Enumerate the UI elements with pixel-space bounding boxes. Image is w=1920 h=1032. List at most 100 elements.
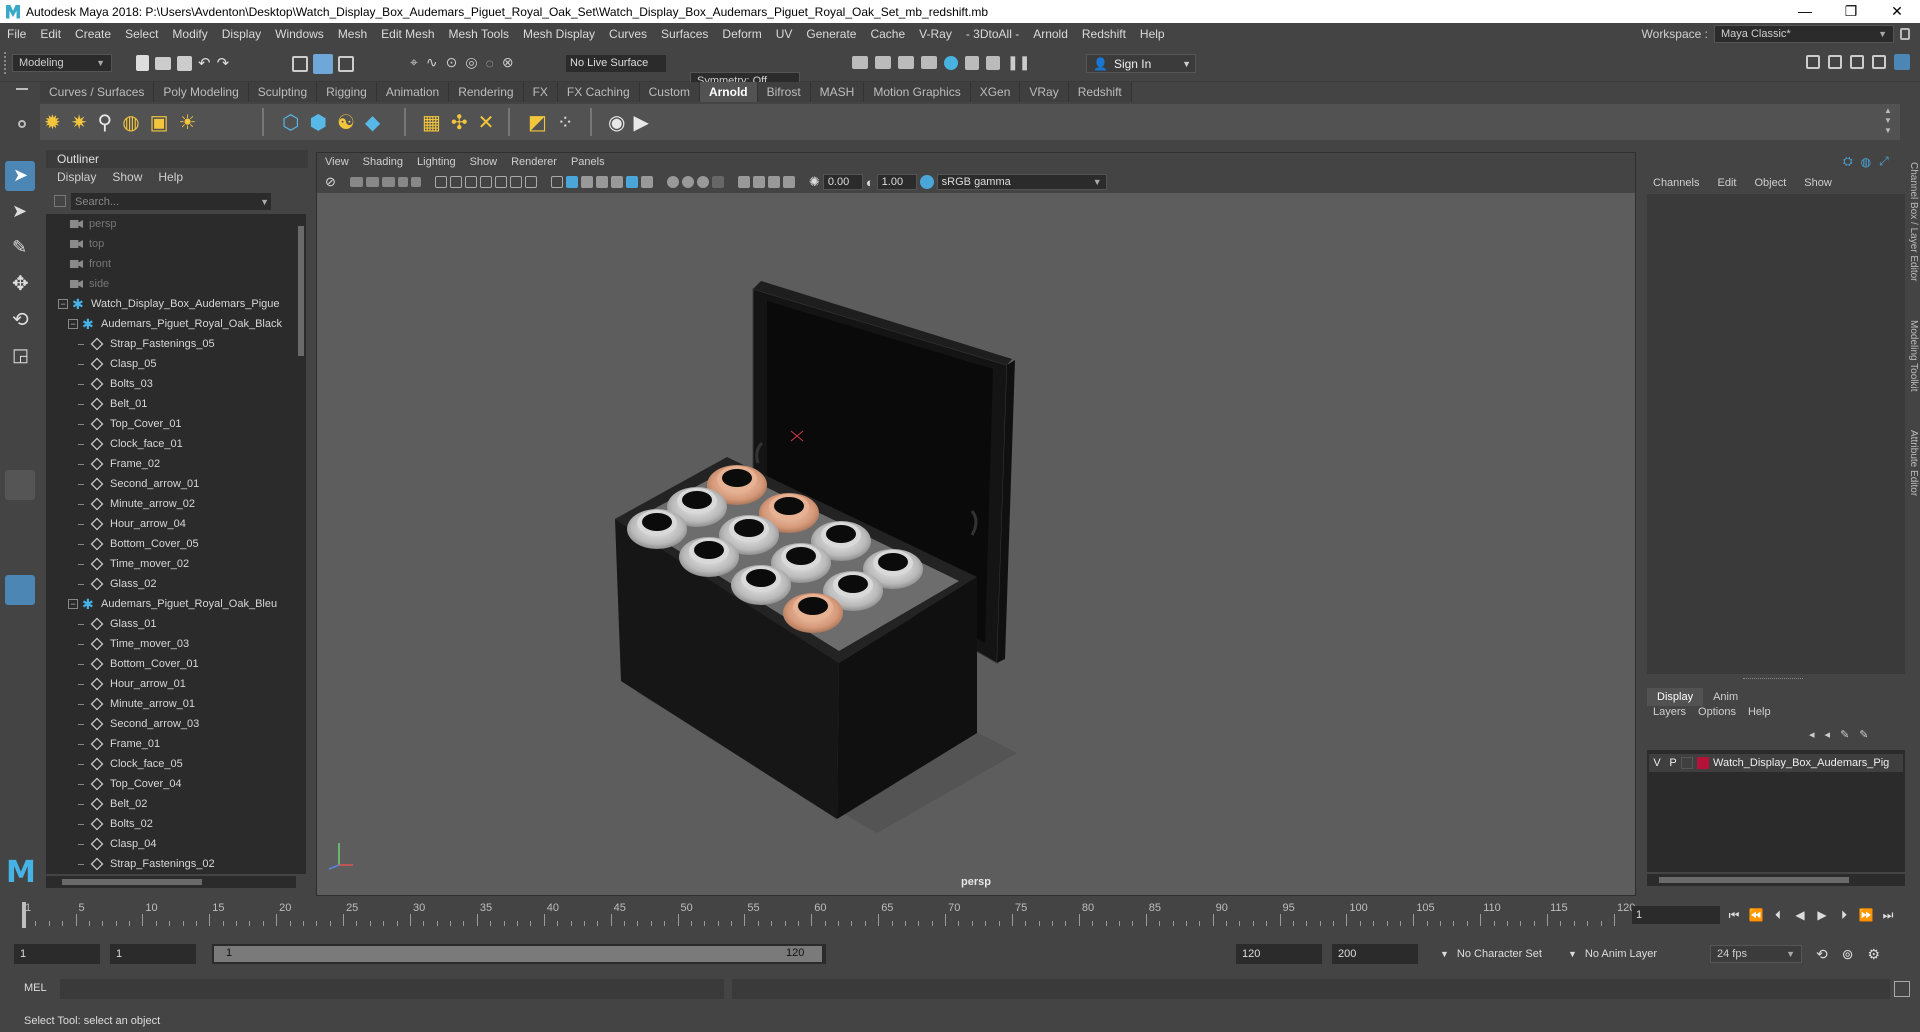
outliner-item[interactable]: Bolts_03: [46, 374, 296, 394]
smooth-shade-icon[interactable]: [565, 176, 578, 188]
new-layer-selected-icon[interactable]: ✎: [1859, 728, 1868, 741]
range-bar[interactable]: 1 120: [212, 944, 826, 964]
redshift-icon[interactable]: [986, 55, 1000, 70]
animation-start-field[interactable]: 1: [14, 944, 100, 964]
grid-icon[interactable]: [434, 176, 447, 188]
tx-manager-icon[interactable]: ▦: [422, 110, 441, 135]
loop-icon[interactable]: ⟲: [1816, 946, 1828, 963]
animation-end-field[interactable]: 200: [1332, 944, 1418, 964]
export-standin-icon[interactable]: ⬢: [309, 110, 326, 135]
scrollbar-thumb[interactable]: [62, 879, 202, 885]
bookmark-icon[interactable]: [365, 177, 379, 187]
menu-help[interactable]: Help: [1133, 27, 1172, 41]
camera-select-icon[interactable]: ⊘: [325, 174, 336, 190]
shelf-tab-curves-surfaces[interactable]: Curves / Surfaces: [40, 82, 155, 102]
viewport-menu-panels[interactable]: Panels: [571, 156, 605, 168]
viewport-menu-lighting[interactable]: Lighting: [417, 156, 456, 168]
outliner-item[interactable]: Belt_02: [46, 794, 296, 814]
save-scene-icon[interactable]: [177, 55, 192, 71]
outliner-item[interactable]: Hour_arrow_01: [46, 674, 296, 694]
side-tab-attribute-editor[interactable]: Attribute Editor: [1908, 430, 1919, 496]
channel-box-menu-edit[interactable]: Edit: [1717, 177, 1736, 189]
outliner-item[interactable]: front: [46, 254, 296, 274]
attribute-editor-toggle-icon[interactable]: [1828, 55, 1842, 69]
outliner-item[interactable]: side: [46, 274, 296, 294]
use-all-lights-icon[interactable]: [625, 176, 638, 188]
depth-of-field-icon[interactable]: [711, 176, 724, 188]
outliner-item[interactable]: Minute_arrow_02: [46, 494, 296, 514]
two-d-pan-icon[interactable]: [397, 177, 408, 187]
light-portal-icon[interactable]: ▣: [150, 110, 169, 135]
menu-mesh-display[interactable]: Mesh Display: [516, 27, 602, 41]
area-light-icon[interactable]: ✹: [44, 110, 61, 135]
channel-box-menu-object[interactable]: Object: [1754, 177, 1786, 189]
shelf-tab-xgen[interactable]: XGen: [970, 82, 1021, 102]
safe-title-icon[interactable]: [524, 176, 537, 188]
move-tool-icon[interactable]: ✥: [5, 269, 35, 299]
rotate-tool-icon[interactable]: ⟲: [5, 305, 35, 335]
camera-attributes-icon[interactable]: [349, 177, 363, 187]
scrollbar-thumb[interactable]: [298, 226, 304, 356]
channel-box-menu-show[interactable]: Show: [1804, 177, 1832, 189]
menu-modify[interactable]: Modify: [165, 27, 214, 41]
menu-select[interactable]: Select: [118, 27, 165, 41]
outliner-item[interactable]: Hour_arrow_04: [46, 514, 296, 534]
layer-menu-options[interactable]: Options: [1698, 706, 1736, 718]
viewport-menu-show[interactable]: Show: [470, 156, 498, 168]
move-layer-down-icon[interactable]: ◂: [1825, 728, 1831, 741]
redo-icon[interactable]: ↷: [217, 54, 230, 72]
single-perspective-layout-icon[interactable]: [5, 470, 35, 500]
snap-view-icon[interactable]: ◎: [465, 54, 477, 71]
light-manager-icon[interactable]: ⁘: [557, 110, 574, 135]
viewport-menu-renderer[interactable]: Renderer: [511, 156, 557, 168]
outliner-horizontal-scrollbar[interactable]: [46, 876, 296, 888]
side-tab-modeling-toolkit[interactable]: Modeling Toolkit: [1908, 320, 1919, 392]
color-management-icon[interactable]: [919, 175, 934, 189]
outliner-item[interactable]: Clock_face_01: [46, 434, 296, 454]
film-gate-icon[interactable]: [449, 176, 462, 188]
tool-settings-icon[interactable]: ⤢: [1879, 154, 1889, 169]
script-editor-icon[interactable]: [1894, 981, 1910, 997]
snap-edge-icon[interactable]: ⊗: [502, 54, 514, 71]
go-to-start-icon[interactable]: ⏮: [1726, 908, 1742, 922]
viewport-menu-shading[interactable]: Shading: [363, 156, 403, 168]
minimize-button[interactable]: —: [1782, 3, 1828, 20]
outliner-item[interactable]: Bolts_02: [46, 814, 296, 834]
material-assign-icon[interactable]: ◩: [528, 110, 547, 135]
grease-pencil-icon[interactable]: [410, 177, 421, 187]
workspace-dropdown[interactable]: Maya Classic* ▼: [1714, 24, 1894, 43]
play-forward-icon[interactable]: ▶: [1814, 908, 1830, 922]
layer-playback-toggle[interactable]: P: [1665, 757, 1681, 769]
outliner-item[interactable]: Top_Cover_04: [46, 774, 296, 794]
outliner-item[interactable]: Clasp_04: [46, 834, 296, 854]
outliner-item[interactable]: Time_mover_03: [46, 634, 296, 654]
go-to-end-icon[interactable]: ⏭: [1880, 908, 1896, 922]
layer-tab-display[interactable]: Display: [1647, 688, 1704, 706]
arnold-render-icon[interactable]: [965, 55, 979, 70]
gate-mask-icon[interactable]: [479, 176, 492, 188]
new-scene-icon[interactable]: [136, 55, 149, 71]
animation-preferences-icon[interactable]: ⚙: [1867, 946, 1880, 963]
step-forward-frame-icon[interactable]: ⏵: [1836, 908, 1852, 922]
new-layer-icon[interactable]: ✎: [1840, 728, 1849, 741]
attribute-icon[interactable]: ◍: [1861, 155, 1871, 169]
snap-surface-icon[interactable]: ◌: [486, 55, 494, 71]
select-component-icon[interactable]: [338, 56, 354, 72]
outliner-item[interactable]: Bottom_Cover_01: [46, 654, 296, 674]
filter-icon[interactable]: [54, 195, 66, 207]
fps-dropdown[interactable]: 24 fps ▼: [1710, 945, 1802, 963]
shelf-tab-sculpting[interactable]: Sculpting: [248, 82, 318, 102]
flush-cache-icon[interactable]: ✣: [451, 110, 468, 135]
viewport-3d-view[interactable]: persp: [317, 193, 1635, 895]
outliner-item[interactable]: Glass_02: [46, 574, 296, 594]
viewport-menu-view[interactable]: View: [325, 156, 349, 168]
channel-box-icon[interactable]: ⛭: [1843, 154, 1853, 169]
snap-grid-icon[interactable]: ⌖: [410, 54, 418, 71]
collapse-toggle-icon[interactable]: −: [58, 299, 68, 309]
color-space-dropdown[interactable]: sRGB gamma ▼: [936, 174, 1107, 190]
motion-blur-icon[interactable]: [681, 176, 694, 188]
lasso-tool-icon[interactable]: ➤: [5, 197, 35, 227]
menu-surfaces[interactable]: Surfaces: [654, 27, 715, 41]
layer-color-swatch[interactable]: [1697, 757, 1709, 769]
outliner-item[interactable]: Belt_01: [46, 394, 296, 414]
